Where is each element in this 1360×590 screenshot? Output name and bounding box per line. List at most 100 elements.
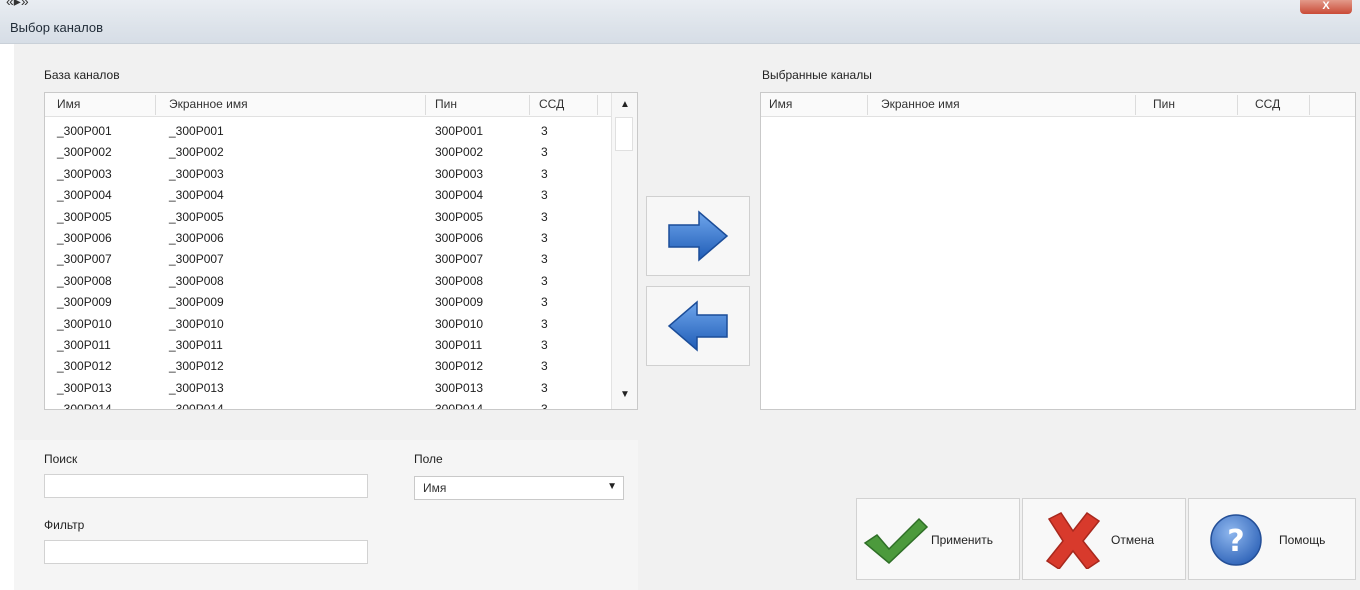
row-ssd: 3 (541, 145, 548, 160)
row-pin: 300P009 (435, 295, 484, 310)
row-screen-name: _300P004 (169, 188, 224, 203)
field-select-value: Имя (423, 481, 447, 495)
column-screen-name[interactable]: Экранное имя (169, 97, 248, 111)
row-screen-name: _300P001 (169, 124, 224, 138)
column-divider[interactable] (597, 95, 598, 115)
row-ssd: 3 (541, 252, 548, 267)
row-ssd: 3 (541, 124, 548, 138)
column-name[interactable]: Имя (57, 97, 80, 111)
row-pin: 300P013 (435, 380, 484, 395)
row-name: _300P004 (57, 188, 112, 203)
table-row[interactable]: _300P011 _300P011 300P011 3 (45, 338, 605, 359)
row-ssd: 3 (541, 273, 548, 288)
row-screen-name: _300P011 (169, 338, 223, 352)
arrow-right-icon (668, 210, 729, 262)
column-ssd[interactable]: ССД (539, 97, 564, 111)
column-divider[interactable] (1309, 95, 1310, 115)
search-label: Поиск (44, 452, 78, 466)
table-row[interactable]: _300P009 _300P009 300P009 3 (45, 295, 605, 316)
cancel-label: Отмена (1111, 533, 1155, 547)
row-name: _300P012 (57, 359, 112, 374)
row-name: _300P011 (57, 338, 111, 352)
svg-text:?: ? (1227, 524, 1244, 559)
row-screen-name: _300P009 (169, 295, 224, 310)
column-divider[interactable] (1135, 95, 1136, 115)
row-ssd: 3 (541, 380, 548, 395)
table-row[interactable]: _300P008 _300P008 300P008 3 (45, 274, 605, 295)
row-ssd: 3 (541, 209, 548, 224)
row-screen-name: _300P007 (169, 252, 224, 267)
column-name[interactable]: Имя (769, 97, 792, 111)
row-screen-name: _300P002 (169, 145, 224, 160)
search-input[interactable] (44, 474, 368, 498)
selected-channels-list[interactable]: Имя Экранное имя Пин ССД (760, 92, 1356, 410)
table-row[interactable]: _300P005 _300P005 300P005 3 (45, 210, 605, 231)
channel-base-list[interactable]: Имя Экранное имя Пин ССД _300P001 _300P00… (44, 92, 638, 410)
scroll-thumb[interactable] (615, 117, 633, 151)
table-row[interactable]: _300P013 _300P013 300P013 3 (45, 381, 605, 402)
row-screen-name: _300P005 (169, 209, 224, 224)
row-screen-name: _300P012 (169, 359, 224, 374)
row-name: _300P013 (57, 380, 112, 395)
row-name: _300P008 (57, 273, 112, 288)
list-scrollbar[interactable]: ▲ ▼ (611, 93, 637, 409)
row-screen-name: _300P003 (169, 166, 224, 181)
column-divider[interactable] (529, 95, 530, 115)
column-divider[interactable] (867, 95, 868, 115)
help-label: Помощь (1279, 533, 1326, 547)
selected-channels-header: Имя Экранное имя Пин ССД (761, 93, 1355, 117)
row-ssd: 3 (541, 231, 548, 245)
row-ssd: 3 (541, 402, 548, 410)
chevron-down-icon[interactable]: ▼ (607, 481, 617, 492)
row-name: _300P014 (57, 402, 112, 410)
row-pin: 300P001 (435, 124, 484, 138)
table-row[interactable]: _300P004 _300P004 300P004 3 (45, 188, 605, 209)
close-button[interactable]: X (1300, 0, 1352, 14)
row-pin: 300P012 (435, 359, 484, 374)
row-ssd: 3 (541, 188, 548, 203)
table-row[interactable]: _300P002 _300P002 300P002 3 (45, 145, 605, 166)
add-channel-button[interactable] (646, 196, 750, 276)
column-divider[interactable] (155, 95, 156, 115)
scroll-down-icon[interactable]: ▼ (612, 385, 637, 405)
table-row[interactable]: _300P003 _300P003 300P003 3 (45, 167, 605, 188)
scroll-up-icon[interactable]: ▲ (612, 95, 637, 115)
checkmark-icon (863, 517, 929, 565)
table-row[interactable]: _300P010 _300P010 300P010 3 (45, 317, 605, 338)
row-ssd: 3 (541, 359, 548, 374)
column-pin[interactable]: Пин (435, 97, 457, 111)
table-row[interactable]: _300P001 _300P001 300P001 3 (45, 124, 605, 145)
cancel-button[interactable]: Отмена (1022, 498, 1186, 580)
table-row[interactable]: _300P012 _300P012 300P012 3 (45, 359, 605, 380)
column-pin[interactable]: Пин (1153, 97, 1175, 111)
row-ssd: 3 (541, 316, 548, 331)
title-bar: «▸» Выбор каналов X (0, 0, 1360, 44)
table-row[interactable]: _300P006 _300P006 300P006 3 (45, 231, 605, 252)
apply-button[interactable]: Применить (856, 498, 1020, 580)
row-pin: 300P006 (435, 231, 484, 245)
column-divider[interactable] (425, 95, 426, 115)
filter-label: Фильтр (44, 518, 85, 532)
cancel-x-icon (1045, 511, 1101, 569)
row-pin: 300P004 (435, 188, 484, 203)
table-row[interactable]: _300P014 _300P014 300P014 3 (45, 402, 605, 410)
help-button[interactable]: ? Помощь (1188, 498, 1356, 580)
row-ssd: 3 (541, 295, 548, 310)
row-ssd: 3 (541, 338, 548, 352)
row-pin: 300P014 (435, 402, 484, 410)
column-screen-name[interactable]: Экранное имя (881, 97, 960, 111)
field-select[interactable]: Имя ▼ (414, 476, 624, 500)
row-pin: 300P007 (435, 252, 484, 267)
column-divider[interactable] (1237, 95, 1238, 115)
row-screen-name: _300P006 (169, 231, 224, 245)
filter-input[interactable] (44, 540, 368, 564)
remove-channel-button[interactable] (646, 286, 750, 366)
field-label: Поле (414, 452, 443, 466)
apply-label: Применить (931, 533, 994, 547)
row-pin: 300P005 (435, 209, 484, 224)
row-pin: 300P002 (435, 145, 484, 160)
row-screen-name: _300P010 (169, 316, 224, 331)
window-title: Выбор каналов (10, 20, 104, 35)
table-row[interactable]: _300P007 _300P007 300P007 3 (45, 252, 605, 273)
column-ssd[interactable]: ССД (1255, 97, 1280, 111)
